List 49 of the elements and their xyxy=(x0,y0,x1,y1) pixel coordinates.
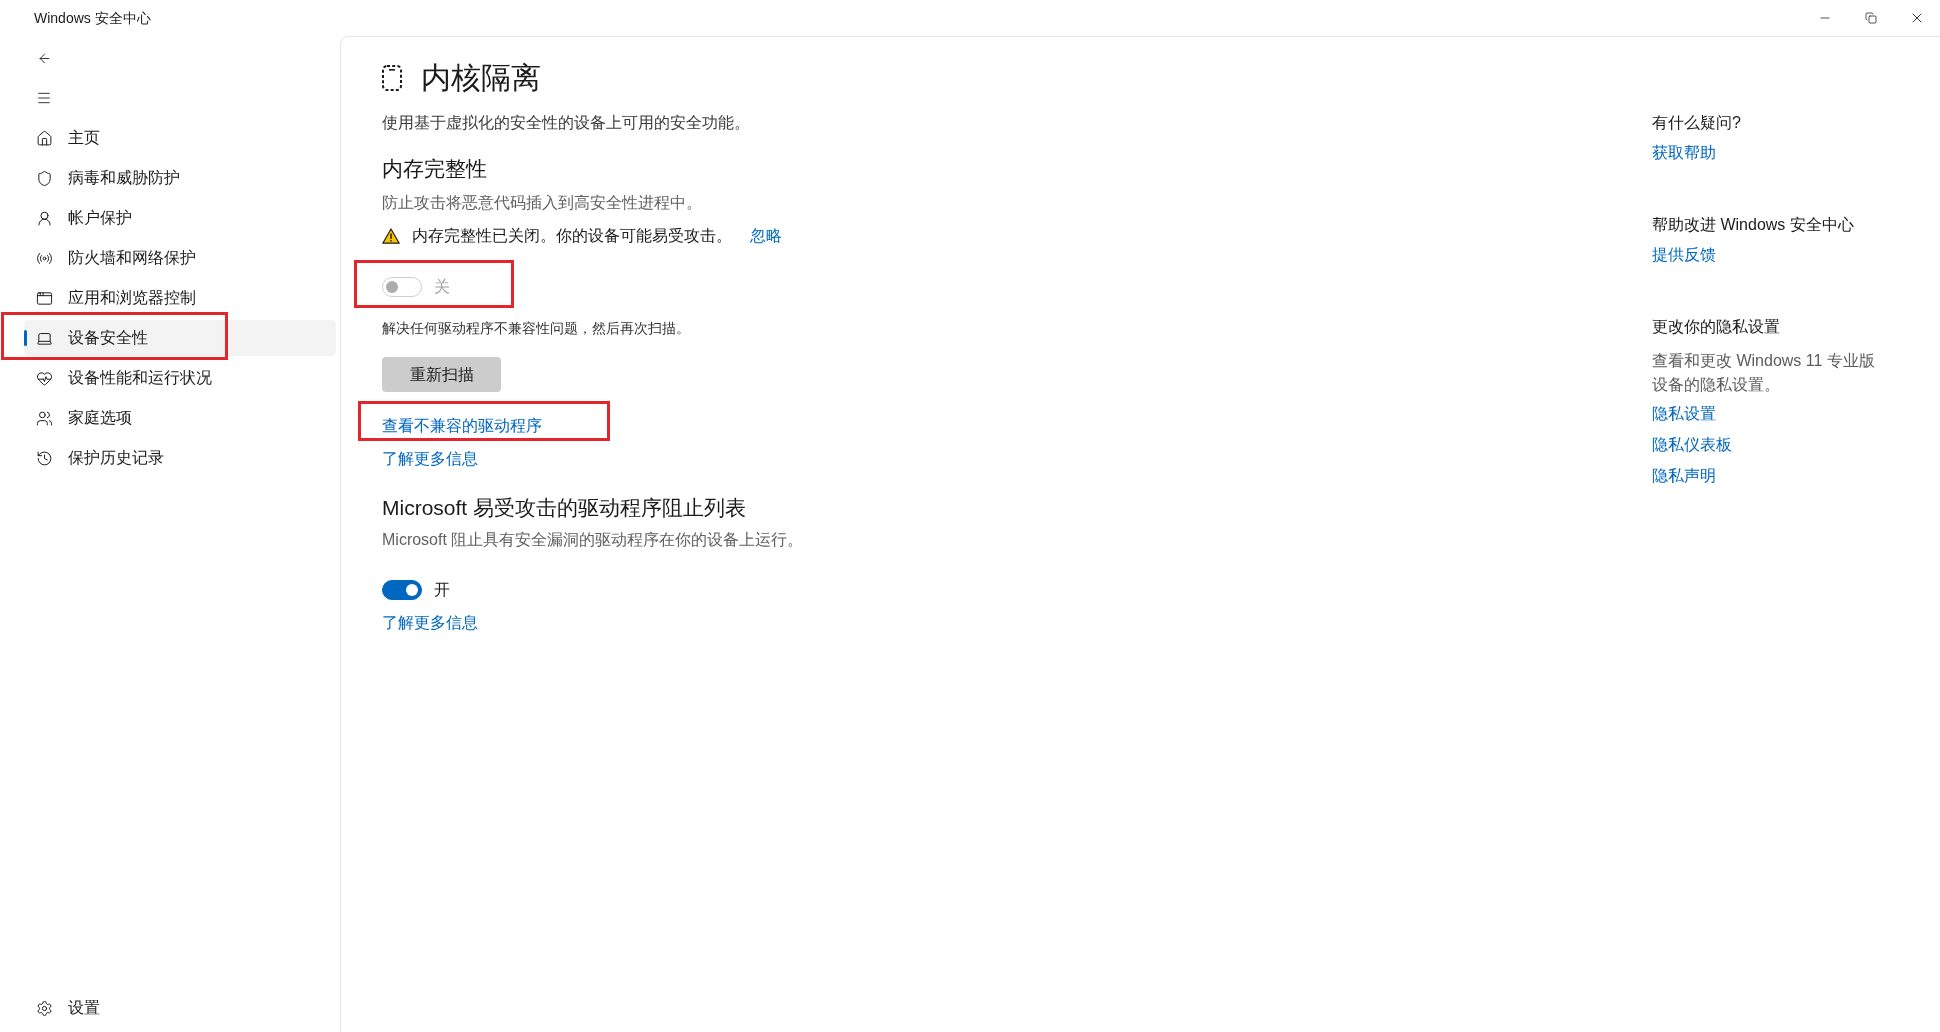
dismiss-link[interactable]: 忽略 xyxy=(750,224,782,248)
link[interactable]: 隐私声明 xyxy=(1652,464,1716,488)
menu-icon xyxy=(36,90,52,106)
restore-icon xyxy=(1865,12,1877,24)
link[interactable]: 提供反馈 xyxy=(1652,243,1716,267)
nav-item[interactable]: 设备安全性 xyxy=(24,320,336,356)
section-heading: 内存完整性 xyxy=(382,156,487,182)
link[interactable]: 了解更多信息 xyxy=(382,611,478,635)
nav-item[interactable]: 保护历史记录 xyxy=(24,440,336,476)
home-icon xyxy=(36,129,53,147)
history-icon xyxy=(36,449,53,467)
dashed-device-icon xyxy=(382,65,402,91)
section-heading: Microsoft 易受攻击的驱动程序阻止列表 xyxy=(382,495,746,521)
window-icon xyxy=(36,289,53,307)
page-subtitle: 使用基于虚拟化的安全性的设备上可用的安全功能。 xyxy=(382,113,750,133)
side-description: 查看和更改 Windows 11 专业版设备的隐私设置。 xyxy=(1652,351,1876,395)
link[interactable]: 隐私设置 xyxy=(1652,402,1716,426)
settings-icon xyxy=(36,999,53,1017)
note-text: 解决任何驱动程序不兼容性问题，然后再次扫描。 xyxy=(382,319,690,338)
link[interactable]: 了解更多信息 xyxy=(382,447,478,471)
nav-item[interactable]: 主页 xyxy=(24,120,336,156)
people-icon xyxy=(36,409,53,427)
rescan-button[interactable]: 重新扫描 xyxy=(382,357,501,392)
window-title: Windows 安全中心 xyxy=(34,9,151,28)
toggle-label: 开 xyxy=(434,580,450,600)
toggle-switch[interactable] xyxy=(382,580,422,600)
link[interactable]: 获取帮助 xyxy=(1652,141,1716,165)
side-heading: 帮助改进 Windows 安全中心 xyxy=(1652,215,1854,235)
nav-item[interactable]: 设置 xyxy=(24,990,336,1026)
section-description: 防止攻击将恶意代码插入到高安全性进程中。 xyxy=(382,193,702,213)
page-title: 内核隔离 xyxy=(421,60,541,96)
nav-item[interactable]: 设备性能和运行状况 xyxy=(24,360,336,396)
warning-icon xyxy=(382,228,400,244)
nav-item[interactable]: 帐户保护 xyxy=(24,200,336,236)
nav-item[interactable]: 防火墙和网络保护 xyxy=(24,240,336,276)
link[interactable]: 隐私仪表板 xyxy=(1652,433,1732,457)
shield-icon xyxy=(36,169,53,187)
nav-item[interactable]: 病毒和威胁防护 xyxy=(24,160,336,196)
selection-indicator xyxy=(24,330,27,346)
person-icon xyxy=(36,209,53,227)
nav-item[interactable]: 家庭选项 xyxy=(24,400,336,436)
warning-text: 内存完整性已关闭。你的设备可能易受攻击。 xyxy=(412,226,732,246)
section-description: Microsoft 阻止具有安全漏洞的驱动程序在你的设备上运行。 xyxy=(382,530,804,550)
side-heading: 更改你的隐私设置 xyxy=(1652,317,1780,337)
nav-item[interactable]: 应用和浏览器控制 xyxy=(24,280,336,316)
heart-pulse-icon xyxy=(36,369,53,387)
toggle-label: 关 xyxy=(434,277,450,297)
link[interactable]: 查看不兼容的驱动程序 xyxy=(382,414,542,438)
side-heading: 有什么疑问? xyxy=(1652,113,1741,133)
